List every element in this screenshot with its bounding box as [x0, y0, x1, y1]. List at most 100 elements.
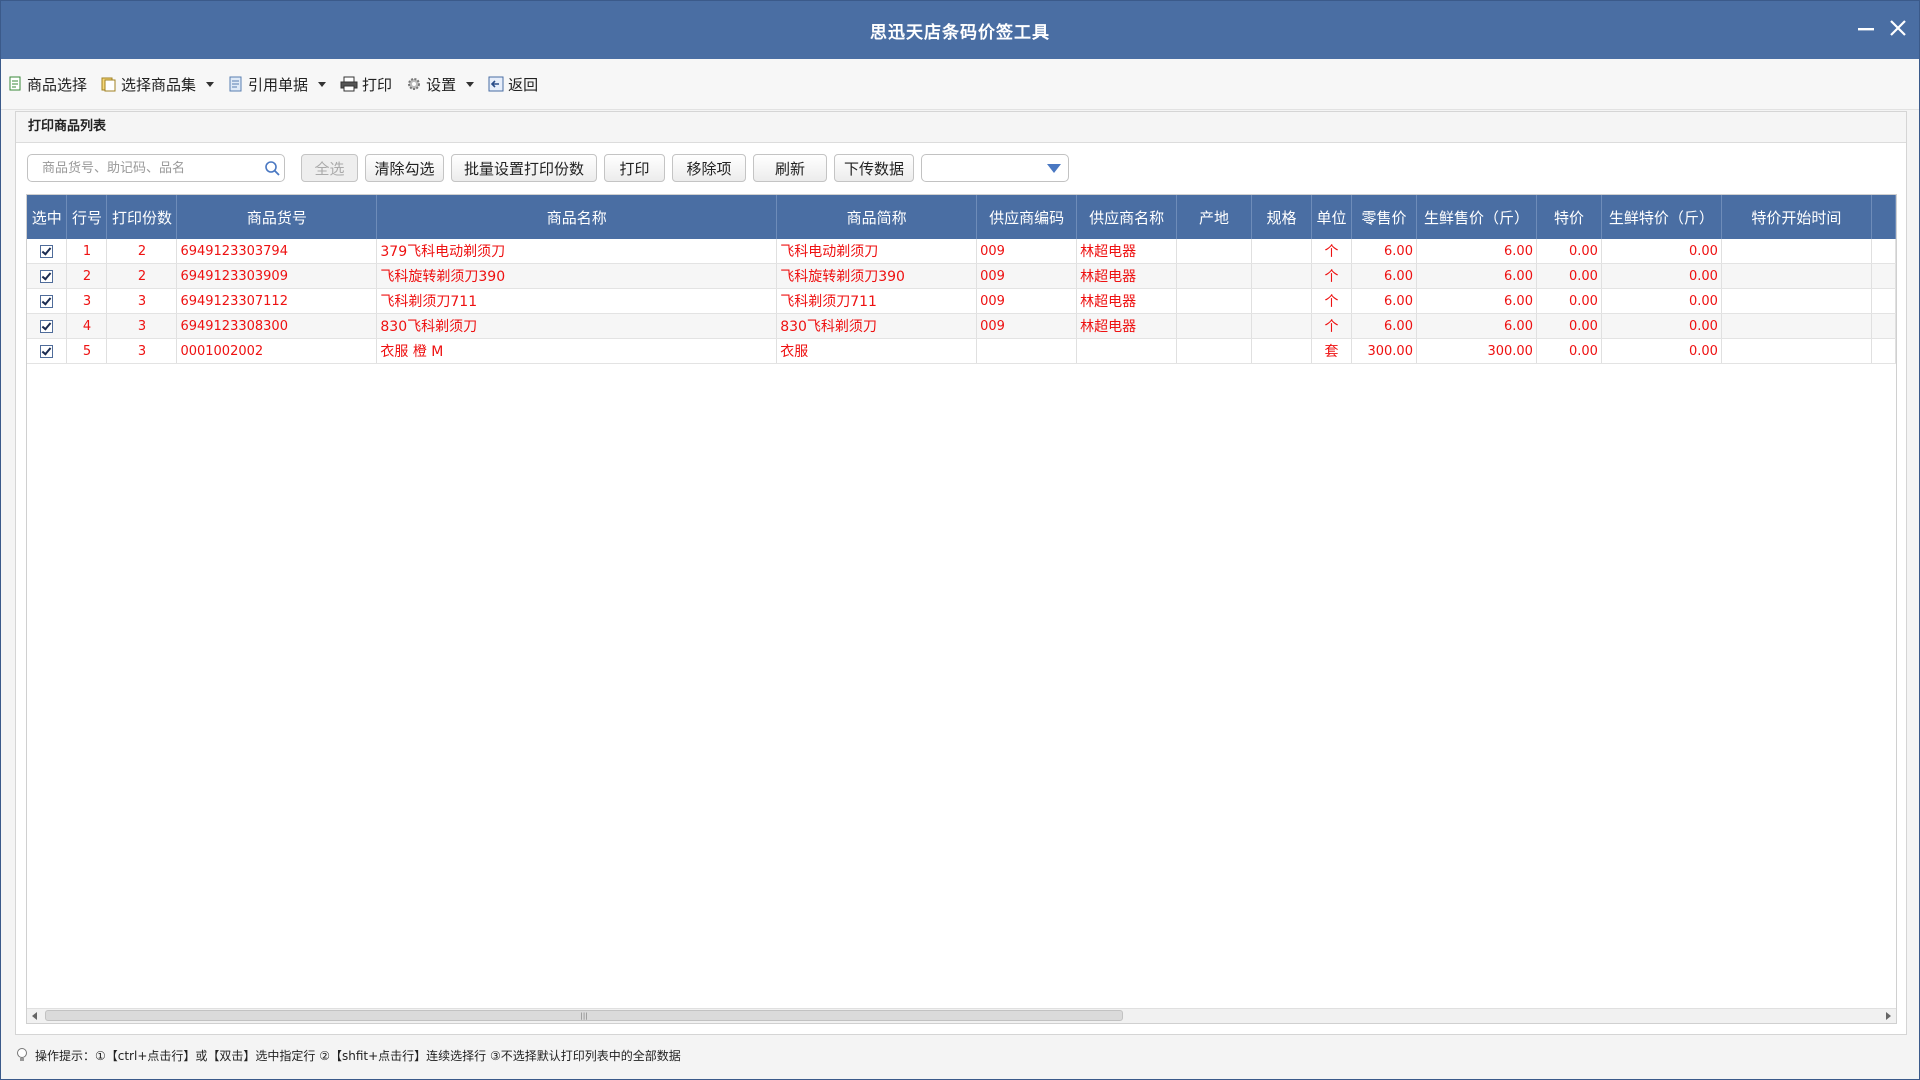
search-icon — [265, 161, 280, 176]
col-header[interactable]: 生鲜特价（斤） — [1601, 195, 1722, 239]
row-checkbox[interactable] — [40, 244, 54, 258]
cell-short: 830飞科剃须刀 — [776, 313, 978, 339]
close-button[interactable] — [1885, 15, 1911, 41]
product-set-icon — [101, 77, 116, 92]
col-header[interactable]: 供应商名称 — [1076, 195, 1178, 239]
cell-retail: 6.00 — [1351, 288, 1417, 314]
row-checkbox[interactable] — [40, 294, 54, 308]
refresh-button[interactable]: 刷新 — [753, 154, 827, 182]
cell-short: 飞科电动剃须刀 — [776, 239, 978, 264]
gear-icon — [408, 78, 421, 90]
print-button[interactable]: 打印 — [604, 154, 665, 182]
filter-bar: 全选 清除勾选 批量设置打印份数 打印 移除项 刷新 下传数据 — [27, 154, 1069, 182]
cell-copies[interactable]: 3 — [106, 288, 178, 314]
search-input[interactable] — [28, 159, 260, 177]
col-header[interactable]: 行号 — [66, 195, 108, 239]
search-button[interactable] — [260, 160, 284, 176]
cell-supplier-name: 林超电器 — [1076, 263, 1178, 289]
toolbar-return[interactable]: 返回 — [488, 74, 538, 95]
table-row[interactable]: 1 2 6949123303794 379飞科电动剃须刀 飞科电动剃须刀 009… — [27, 239, 1896, 264]
row-checkbox[interactable] — [40, 344, 54, 358]
col-header-filler — [1871, 195, 1896, 239]
cell-unit: 个 — [1311, 263, 1352, 289]
scroll-left-icon[interactable] — [32, 1012, 37, 1020]
minimize-button[interactable] — [1853, 15, 1879, 41]
cell-fresh-special: 0.00 — [1601, 239, 1722, 264]
document-icon — [229, 76, 242, 92]
upload-data-button[interactable]: 下传数据 — [834, 154, 914, 182]
table-header-row: 选中 行号 打印份数 商品货号 商品名称 商品简称 供应商编码 供应商名称 产地… — [27, 195, 1896, 239]
col-header[interactable]: 商品简称 — [776, 195, 978, 239]
col-header[interactable]: 生鲜售价（斤） — [1416, 195, 1537, 239]
col-header[interactable]: 单位 — [1311, 195, 1352, 239]
col-header[interactable]: 特价 — [1536, 195, 1602, 239]
col-header[interactable]: 产地 — [1176, 195, 1253, 239]
row-checkbox-cell[interactable] — [27, 263, 68, 289]
lightbulb-icon — [17, 1048, 27, 1061]
chevron-down-icon[interactable] — [206, 81, 215, 87]
row-checkbox-cell[interactable] — [27, 288, 68, 314]
col-header[interactable]: 零售价 — [1351, 195, 1417, 239]
row-checkbox-cell[interactable] — [27, 239, 68, 264]
col-header[interactable]: 打印份数 — [106, 195, 178, 239]
clear-selection-button[interactable]: 清除勾选 — [365, 154, 444, 182]
cell-special: 0.00 — [1536, 239, 1602, 264]
toolbar-settings-label: 设置 — [426, 75, 457, 94]
cell-spec — [1251, 338, 1313, 364]
scrollbar-thumb[interactable]: ||| — [45, 1010, 1123, 1021]
remove-item-button[interactable]: 移除项 — [672, 154, 746, 182]
operation-hint: 操作提示：①【ctrl+点击行】或【双击】选中指定行 ②【shfit+点击行】连… — [35, 1048, 681, 1063]
toolbar-product-select[interactable]: 商品选择 — [9, 74, 87, 95]
row-checkbox-cell[interactable] — [27, 313, 68, 339]
table-row[interactable]: 5 3 0001002002 衣服 橙 M 衣服 套 300.00 300.00… — [27, 338, 1896, 364]
col-header[interactable]: 商品名称 — [376, 195, 778, 239]
cell-retail: 300.00 — [1351, 338, 1417, 364]
cell-filler — [1871, 239, 1896, 264]
cell-origin — [1176, 288, 1253, 314]
app-window: 思迅天店条码价签工具 商品选择 选择商品集 引用单据 打印 设置 返回 打印商品… — [0, 0, 1920, 1080]
chevron-down-icon[interactable] — [318, 81, 327, 87]
col-header[interactable]: 特价开始时间 — [1721, 195, 1872, 239]
toolbar-product-set[interactable]: 选择商品集 — [101, 74, 215, 95]
table-row[interactable]: 4 3 6949123308300 830飞科剃须刀 830飞科剃须刀 009 … — [27, 313, 1896, 339]
cell-unit: 个 — [1311, 239, 1352, 264]
select-all-button[interactable]: 全选 — [301, 154, 358, 182]
cell-code: 6949123307112 — [176, 288, 378, 314]
batch-set-copies-button[interactable]: 批量设置打印份数 — [451, 154, 597, 182]
scroll-right-icon[interactable] — [1886, 1012, 1891, 1020]
cell-copies[interactable]: 2 — [106, 263, 178, 289]
toolbar-reference-doc[interactable]: 引用单据 — [228, 74, 327, 95]
col-header[interactable]: 规格 — [1251, 195, 1313, 239]
col-header[interactable]: 供应商编码 — [976, 195, 1078, 239]
cell-unit: 套 — [1311, 338, 1352, 364]
device-select[interactable] — [921, 154, 1069, 182]
toolbar-print[interactable]: 打印 — [340, 74, 392, 95]
row-checkbox[interactable] — [40, 319, 54, 333]
cell-supplier-name: 林超电器 — [1076, 313, 1178, 339]
cell-short: 衣服 — [776, 338, 978, 364]
cell-special: 0.00 — [1536, 338, 1602, 364]
cell-supplier-code: 009 — [976, 263, 1078, 289]
horizontal-scrollbar[interactable]: ||| — [27, 1008, 1896, 1023]
cell-fresh-price: 6.00 — [1416, 239, 1537, 264]
col-header[interactable]: 商品货号 — [176, 195, 378, 239]
product-table: 选中 行号 打印份数 商品货号 商品名称 商品简称 供应商编码 供应商名称 产地… — [27, 195, 1896, 364]
toolbar-settings[interactable]: 设置 — [406, 74, 475, 95]
cell-special: 0.00 — [1536, 263, 1602, 289]
cell-copies[interactable]: 2 — [106, 239, 178, 264]
cell-special-start — [1721, 288, 1872, 314]
row-checkbox[interactable] — [40, 269, 54, 283]
table-row[interactable]: 3 3 6949123307112 飞科剃须刀711 飞科剃须刀711 009 … — [27, 288, 1896, 314]
cell-code: 6949123303909 — [176, 263, 378, 289]
col-header[interactable]: 选中 — [27, 195, 68, 239]
chevron-down-icon[interactable] — [466, 81, 475, 87]
cell-unit: 个 — [1311, 288, 1352, 314]
cell-copies[interactable]: 3 — [106, 338, 178, 364]
cell-fresh-price: 6.00 — [1416, 313, 1537, 339]
cell-filler — [1871, 263, 1896, 289]
dropdown-arrow-icon[interactable] — [1047, 164, 1061, 173]
row-checkbox-cell[interactable] — [27, 338, 68, 364]
table-row[interactable]: 2 2 6949123303909 飞科旋转剃须刀390 飞科旋转剃须刀390 … — [27, 263, 1896, 289]
cell-supplier-name — [1076, 338, 1178, 364]
cell-copies[interactable]: 3 — [106, 313, 178, 339]
